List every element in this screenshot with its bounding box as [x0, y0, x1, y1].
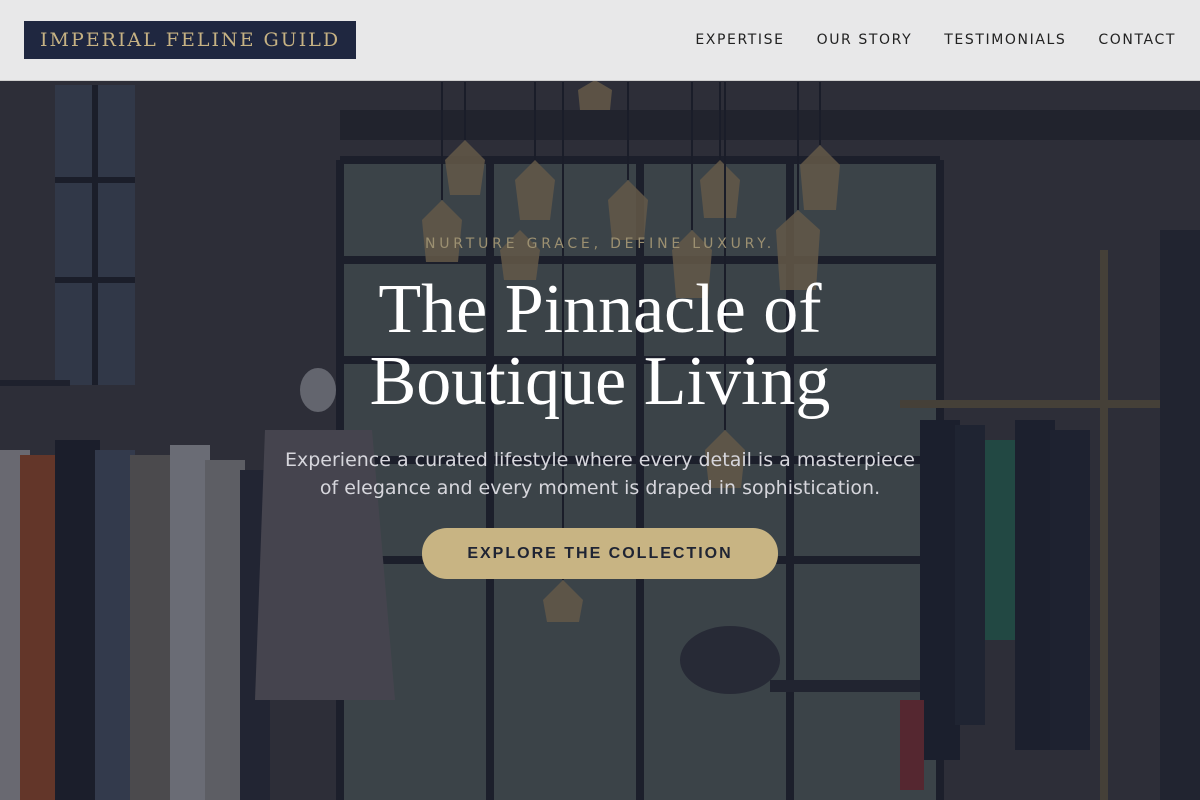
nav-link-expertise[interactable]: EXPERTISE: [695, 32, 784, 48]
hero-subtext-line2: of elegance and every moment is draped i…: [319, 477, 881, 499]
nav-link-our-story[interactable]: OUR STORY: [817, 32, 913, 48]
nav-link-contact[interactable]: CONTACT: [1098, 32, 1176, 48]
hero-subtext: Experience a curated lifestyle where eve…: [0, 446, 1200, 502]
hero-content: NURTURE GRACE, DEFINE LUXURY. The Pinnac…: [0, 236, 1200, 579]
hero-subtext-line1: Experience a curated lifestyle where eve…: [284, 449, 915, 471]
hero-headline-line2: Boutique Living: [369, 343, 831, 420]
explore-collection-button[interactable]: EXPLORE THE COLLECTION: [422, 528, 778, 579]
nav-link-testimonials[interactable]: TESTIMONIALS: [944, 32, 1066, 48]
hero-headline: The Pinnacle of Boutique Living: [0, 274, 1200, 418]
main-nav: EXPERTISE OUR STORY TESTIMONIALS CONTACT: [695, 32, 1176, 48]
brand-logo[interactable]: IMPERIAL FELINE GUILD: [24, 21, 357, 59]
site-header: IMPERIAL FELINE GUILD EXPERTISE OUR STOR…: [0, 0, 1200, 81]
hero-headline-line1: The Pinnacle of: [378, 271, 822, 348]
hero-tagline: NURTURE GRACE, DEFINE LUXURY.: [424, 236, 776, 252]
